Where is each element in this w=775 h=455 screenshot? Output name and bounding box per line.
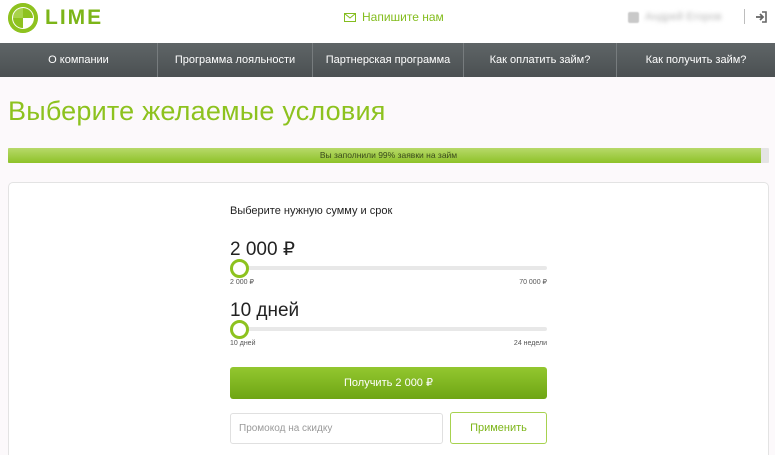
application-progress-bar: Вы заполнили 99% заявки на займ (8, 148, 769, 163)
logout-button[interactable] (755, 10, 768, 28)
nav-item-how-to-get[interactable]: Как получить займ? (617, 43, 775, 77)
term-slider-track[interactable] (230, 327, 547, 331)
get-loan-button[interactable]: Получить 2 000 ₽ (230, 367, 547, 399)
header: LIME Напишите нам Андрей Егоров (0, 0, 775, 43)
amount-slider-handle[interactable] (230, 259, 249, 278)
write-us-link[interactable]: Напишите нам (344, 10, 444, 24)
envelope-icon (344, 12, 356, 22)
user-name-label: Андрей Егоров (645, 11, 722, 23)
nav-item-partner[interactable]: Партнерская программа (313, 43, 464, 77)
progress-label: Вы заполнили 99% заявки на займ (319, 150, 458, 160)
term-value: 10 дней (230, 300, 300, 321)
user-menu[interactable]: Андрей Егоров (628, 11, 722, 23)
promo-code-input[interactable] (230, 413, 443, 444)
term-max-label: 24 недели (513, 340, 547, 347)
amount-max-label: 70 000 ₽ (519, 279, 547, 286)
logout-icon (756, 11, 767, 23)
apply-promo-button[interactable]: Применить (450, 412, 547, 444)
form-heading: Выберите нужную сумму и срок (230, 205, 393, 217)
nav-item-loyalty[interactable]: Программа лояльности (158, 43, 313, 77)
nav-item-how-to-pay[interactable]: Как оплатить займ? (464, 43, 617, 77)
user-icon (628, 11, 639, 23)
logo-text: LIME (45, 6, 104, 29)
amount-min-label: 2 000 ₽ (230, 279, 254, 286)
page-title: Выберите желаемые условия (8, 96, 386, 126)
nav-item-about[interactable]: О компании (0, 43, 158, 77)
write-us-label: Напишите нам (362, 10, 444, 24)
logo[interactable]: LIME (8, 3, 103, 33)
header-divider (744, 9, 745, 24)
main-nav: О компании Программа лояльности Партнерс… (0, 43, 775, 77)
amount-value: 2 000 ₽ (230, 239, 295, 260)
term-slider-handle[interactable] (230, 320, 249, 339)
lime-logo-icon (8, 3, 38, 33)
term-min-label: 10 дней (230, 340, 256, 347)
amount-slider-track[interactable] (230, 266, 547, 270)
